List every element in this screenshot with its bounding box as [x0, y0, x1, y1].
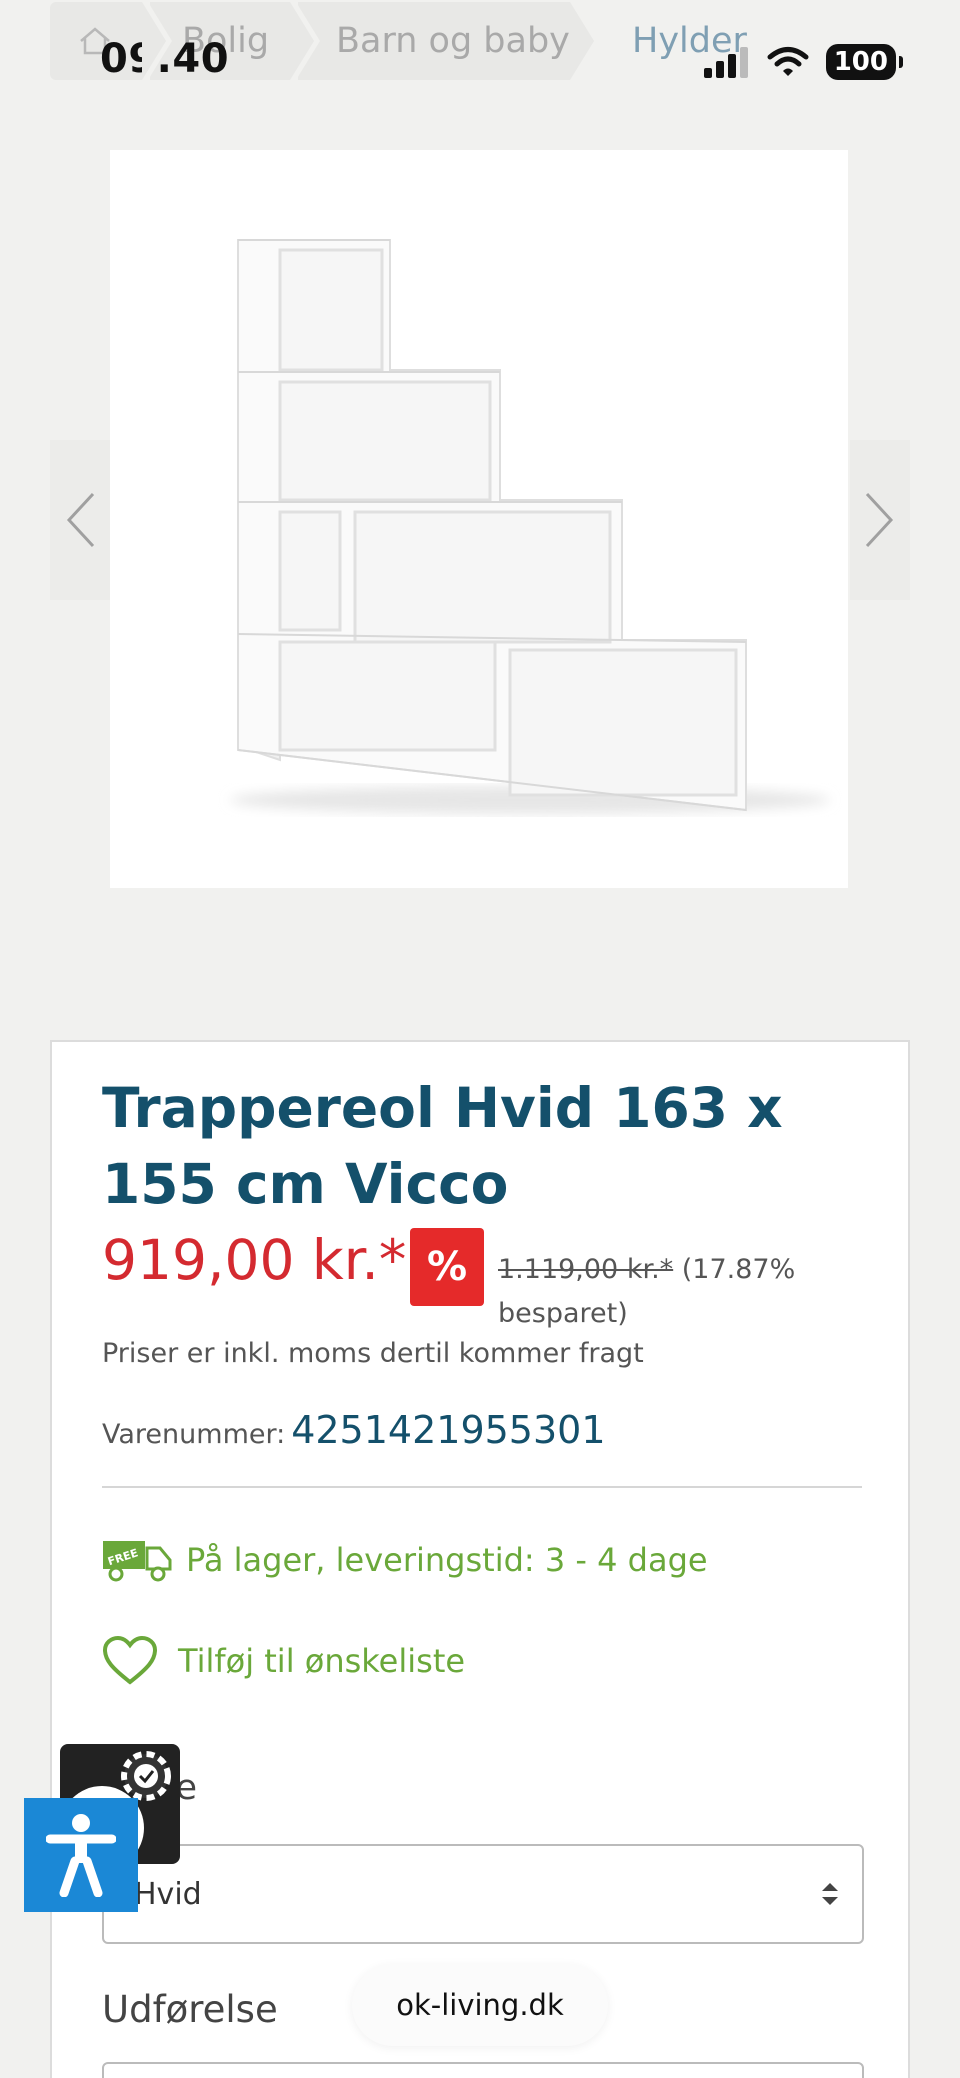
old-price: 1.119,00 kr.* — [498, 1254, 674, 1285]
gallery-next-button[interactable] — [850, 440, 910, 600]
variant-label: Udførelse — [102, 1988, 278, 2031]
chevron-right-icon — [865, 492, 894, 548]
stock-status: FREE På lager, leveringstid: 3 - 4 dage — [102, 1538, 708, 1582]
browser-address-pill[interactable]: ok-living.dk — [352, 1964, 608, 2046]
heart-icon — [102, 1636, 158, 1685]
status-icons: 100 — [702, 44, 904, 80]
product-card: Trappereol Hvid 163 x 155 cm Vicco 919,0… — [50, 1040, 910, 2078]
price-note: Priser er inkl. moms dertil kommer fragt — [102, 1338, 644, 1369]
accessibility-icon — [46, 1814, 116, 1897]
breadcrumb: Bolig Barn og baby Hylder — [50, 2, 766, 80]
product-image[interactable] — [110, 150, 848, 888]
sale-badge: % — [410, 1228, 484, 1306]
sku-row: Varenummer: 4251421955301 — [102, 1408, 606, 1452]
wifi-icon — [767, 47, 809, 76]
breadcrumb-label: Barn og baby — [336, 21, 570, 61]
shelf-illustration — [230, 239, 830, 814]
color-select[interactable]: Hvid — [102, 1844, 864, 1944]
select-arrows-icon — [820, 1882, 840, 1906]
breadcrumb-barn-og-baby[interactable]: Barn og baby — [298, 2, 600, 80]
accessibility-button[interactable] — [24, 1798, 138, 1912]
signal-icon — [703, 47, 748, 78]
wishlist-text: Tilføj til ønskeliste — [178, 1642, 466, 1680]
product-price: 919,00 kr.* — [102, 1228, 407, 1292]
product-title: Trappereol Hvid 163 x 155 cm Vicco — [102, 1076, 783, 1216]
color-select-value: Hvid — [134, 1876, 202, 1912]
sku-value: 4251421955301 — [291, 1408, 606, 1452]
old-price-block: 1.119,00 kr.* (17.87% besparet) — [498, 1248, 798, 1336]
gallery-prev-button[interactable] — [50, 440, 110, 600]
chevron-left-icon — [66, 492, 95, 548]
divider — [102, 1486, 862, 1488]
battery-indicator: 100 — [825, 44, 904, 80]
wishlist-link[interactable]: Tilføj til ønskeliste — [102, 1636, 465, 1686]
delivery-truck-icon: FREE — [103, 1541, 172, 1582]
domain-text: ok-living.dk — [396, 1988, 564, 2022]
sku-label: Varenummer: — [102, 1419, 286, 1450]
variant-select[interactable] — [102, 2062, 864, 2078]
stock-text: På lager, leveringstid: 3 - 4 dage — [186, 1541, 708, 1579]
